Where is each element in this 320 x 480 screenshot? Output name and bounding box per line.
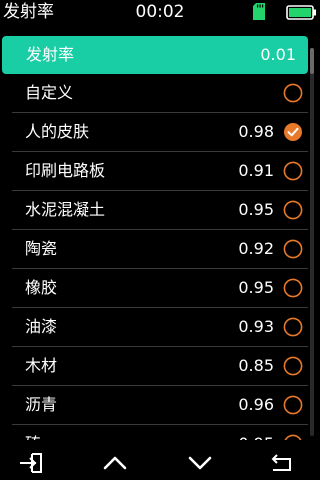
- menu-header-value: 0.01: [260, 45, 296, 64]
- menu-item[interactable]: 人的皮肤 0.98: [12, 113, 308, 152]
- status-time: 00:02: [135, 2, 185, 22]
- menu-item-value: 0.93: [238, 317, 274, 336]
- radio-unchecked-icon[interactable]: [283, 83, 303, 103]
- menu-item[interactable]: 木材 0.85: [12, 347, 308, 386]
- menu-item-value: 0.91: [238, 161, 274, 180]
- menu-item[interactable]: 水泥混凝土 0.95: [12, 191, 308, 230]
- menu-item-label: 自定义: [25, 83, 74, 102]
- screen: 发射率 00:02 发射率 0.01 自定义人的皮肤 0.98 印刷电路板 0.91 水…: [0, 0, 320, 480]
- menu-header: 发射率 0.01: [2, 36, 308, 74]
- radio-checked-icon[interactable]: [283, 122, 303, 142]
- radio-unchecked-icon[interactable]: [283, 356, 303, 376]
- menu-item-value: 0.85: [238, 356, 274, 375]
- chevron-up-icon: [103, 456, 127, 470]
- sd-card-icon: [253, 3, 265, 20]
- scrollbar-thumb[interactable]: [310, 48, 314, 74]
- menu-item-label: 水泥混凝土: [25, 200, 106, 219]
- menu-item-value: 0.96: [238, 395, 274, 414]
- menu-list: 自定义人的皮肤 0.98 印刷电路板 0.91 水泥混凝土 0.95 陶瓷 0.92 橡胶 0.9…: [12, 74, 308, 440]
- radio-unchecked-icon[interactable]: [283, 239, 303, 259]
- menu-item-label: 油漆: [25, 317, 58, 336]
- emissivity-menu: 发射率 0.01 自定义人的皮肤 0.98 印刷电路板 0.91 水泥混凝土 0.95 陶瓷…: [0, 36, 320, 440]
- radio-unchecked-icon[interactable]: [283, 161, 303, 181]
- radio-unchecked-icon[interactable]: [283, 317, 303, 337]
- menu-item-label: 橡胶: [25, 278, 58, 297]
- menu-item-value: 0.95: [238, 278, 274, 297]
- exit-icon: [20, 453, 42, 473]
- menu-item[interactable]: 沥青 0.96: [12, 386, 308, 425]
- menu-item-label: 沥青: [25, 395, 58, 414]
- menu-header-label: 发射率: [26, 45, 75, 64]
- menu-item[interactable]: 砖 0.95: [12, 425, 308, 440]
- bottom-bar: [0, 443, 320, 480]
- radio-unchecked-icon[interactable]: [283, 434, 303, 440]
- scroll-down-button[interactable]: [180, 449, 220, 477]
- scrollbar-track[interactable]: [310, 48, 314, 436]
- radio-unchecked-icon[interactable]: [283, 278, 303, 298]
- back-icon: [271, 454, 291, 471]
- battery-icon: [286, 5, 316, 20]
- scroll-up-button[interactable]: [95, 449, 135, 477]
- back-button[interactable]: [260, 449, 300, 477]
- chevron-down-icon: [188, 456, 212, 470]
- status-bar: 发射率 00:02: [0, 0, 320, 26]
- menu-item[interactable]: 自定义: [12, 74, 308, 113]
- menu-item-value: 0.92: [238, 239, 274, 258]
- menu-item-label: 印刷电路板: [25, 161, 106, 180]
- menu-item-value: 0.98: [238, 122, 274, 141]
- radio-unchecked-icon[interactable]: [283, 395, 303, 415]
- menu-item-label: 砖: [25, 434, 41, 440]
- menu-item[interactable]: 油漆 0.93: [12, 308, 308, 347]
- exit-button[interactable]: [11, 449, 51, 477]
- menu-item-label: 陶瓷: [25, 239, 58, 258]
- menu-item-value: 0.95: [238, 200, 274, 219]
- radio-unchecked-icon[interactable]: [283, 200, 303, 220]
- menu-item-label: 人的皮肤: [25, 122, 90, 141]
- menu-item[interactable]: 印刷电路板 0.91: [12, 152, 308, 191]
- menu-item-label: 木材: [25, 356, 58, 375]
- menu-item[interactable]: 陶瓷 0.92: [12, 230, 308, 269]
- menu-item[interactable]: 橡胶 0.95: [12, 269, 308, 308]
- menu-item-value: 0.95: [238, 434, 274, 440]
